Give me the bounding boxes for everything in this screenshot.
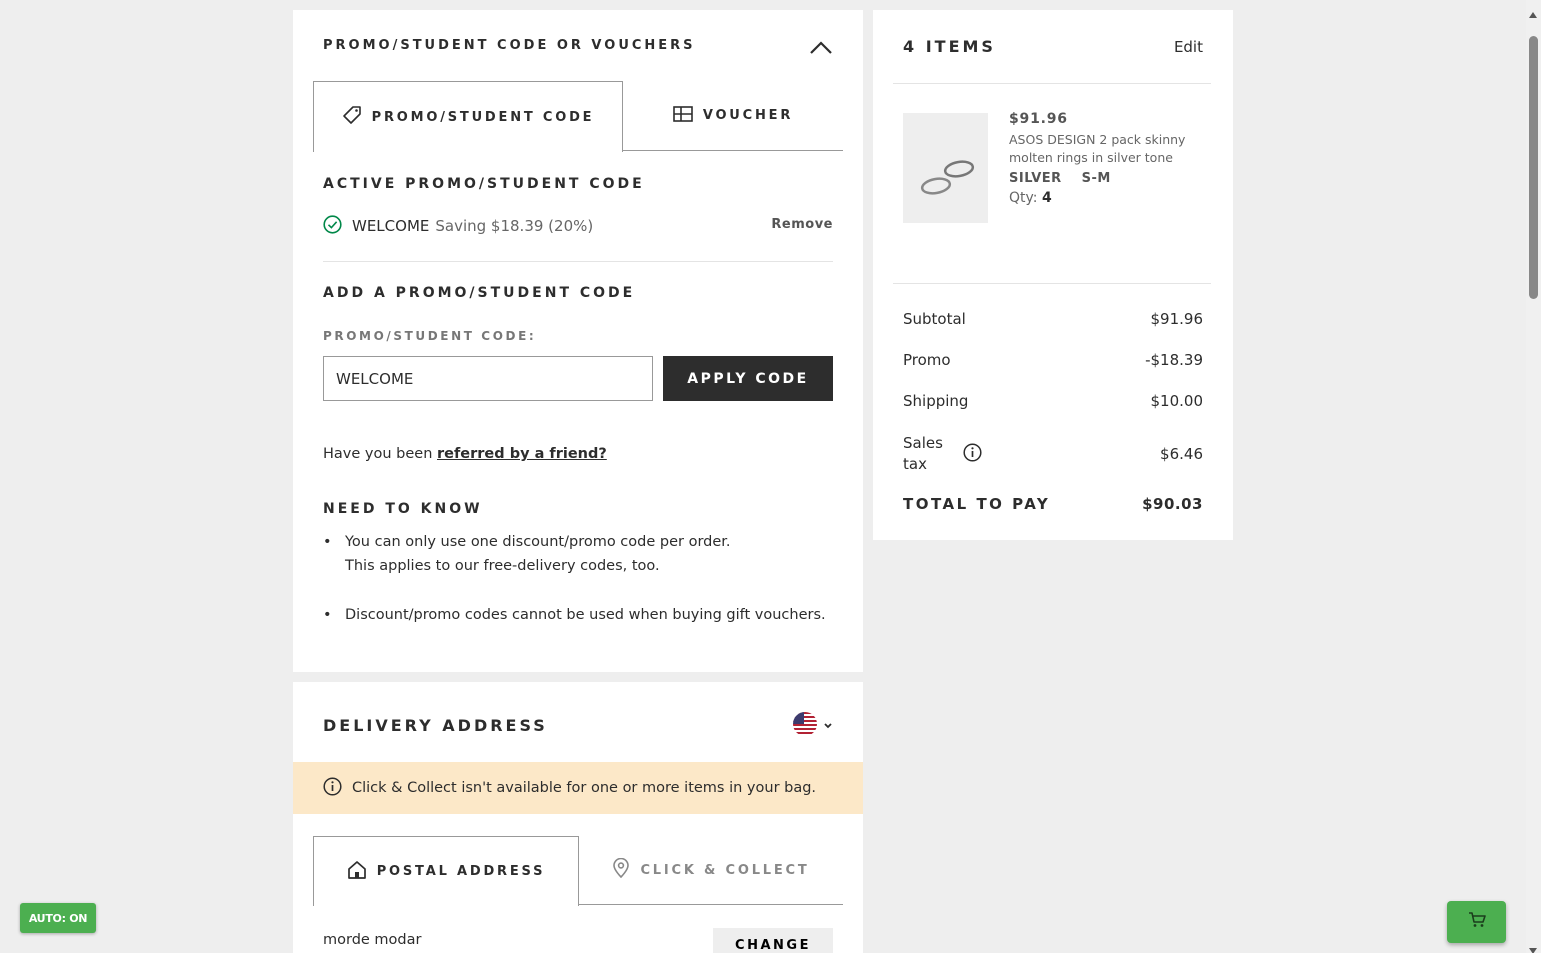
- promo-section-title: PROMO/STUDENT CODE OR VOUCHERS: [323, 38, 696, 53]
- row-value: -$18.39: [1145, 351, 1203, 369]
- auto-mode-badge[interactable]: AUTO: ON: [20, 903, 96, 933]
- product-quantity: Qty: 4: [1009, 190, 1209, 206]
- info-icon[interactable]: [963, 442, 982, 466]
- summary-row-total: TOTAL TO PAY $90.03: [903, 495, 1203, 513]
- row-value: $10.00: [1150, 392, 1204, 410]
- cart-icon: [1468, 912, 1486, 932]
- tab-voucher[interactable]: VOUCHER: [623, 81, 843, 151]
- bullet-line: This applies to our free-delivery codes,…: [345, 558, 660, 574]
- delivery-title: DELIVERY ADDRESS: [323, 716, 548, 735]
- summary-row-subtotal: Subtotal $91.96: [903, 310, 1203, 328]
- tag-icon: [342, 105, 362, 129]
- notice-text: Click & Collect isn't available for one …: [352, 780, 817, 796]
- us-flag-icon: [793, 712, 817, 736]
- product-attributes: SILVER S-M: [1009, 171, 1209, 186]
- product-color: SILVER: [1009, 171, 1062, 186]
- need-to-know-heading: NEED TO KNOW: [323, 501, 483, 517]
- tab-label: POSTAL ADDRESS: [376, 864, 546, 879]
- need-to-know-list: You can only use one discount/promo code…: [323, 530, 843, 627]
- tab-label: PROMO/STUDENT CODE: [371, 109, 595, 125]
- product-name[interactable]: ASOS DESIGN 2 pack skinny molten rings i…: [1009, 131, 1209, 167]
- change-address-button[interactable]: CHANGE: [713, 928, 833, 953]
- total-value: $90.03: [1142, 495, 1203, 513]
- summary-row-shipping: Shipping $10.00: [903, 392, 1203, 410]
- active-saving: Saving $18.39 (20%): [435, 217, 594, 235]
- delivery-panel: DELIVERY ADDRESS Click & Collect isn't a…: [293, 682, 863, 953]
- summary-row-sales-tax: Sales tax $6.46: [903, 433, 1203, 475]
- chevron-up-icon[interactable]: [809, 38, 833, 58]
- divider: [323, 261, 833, 262]
- qty-label: Qty:: [1009, 190, 1038, 206]
- divider: [893, 283, 1211, 284]
- referral-text: Have you been referred by a friend?: [323, 446, 607, 462]
- row-value: $91.96: [1150, 310, 1204, 328]
- product-thumbnail[interactable]: [903, 113, 988, 223]
- scroll-down-arrow-icon[interactable]: [1528, 940, 1538, 953]
- items-count-title: 4 ITEMS: [903, 37, 996, 56]
- tab-label: CLICK & COLLECT: [640, 862, 810, 878]
- address-name: morde modar: [323, 932, 422, 948]
- row-label: Shipping: [903, 392, 969, 410]
- product-price: $91.96: [1009, 111, 1068, 127]
- scroll-up-arrow-icon[interactable]: [1528, 4, 1538, 18]
- bullet-line: You can only use one discount/promo code…: [345, 534, 731, 550]
- home-icon: [347, 860, 367, 884]
- order-summary-panel: 4 ITEMS Edit $91.96 ASOS DESIGN 2 pack s…: [873, 10, 1233, 540]
- list-item: Discount/promo codes cannot be used when…: [323, 603, 843, 627]
- check-circle-icon: [323, 214, 342, 238]
- info-icon: [323, 776, 342, 800]
- active-code: WELCOME: [352, 217, 430, 235]
- referral-link[interactable]: referred by a friend?: [437, 446, 607, 462]
- remove-code-link[interactable]: Remove: [771, 217, 833, 232]
- tab-postal-address[interactable]: POSTAL ADDRESS: [313, 836, 579, 906]
- product-info: $91.96 ASOS DESIGN 2 pack skinny molten …: [1009, 111, 1209, 206]
- total-label: TOTAL TO PAY: [903, 495, 1051, 513]
- referral-prefix: Have you been: [323, 446, 433, 462]
- row-label: Promo: [903, 351, 951, 369]
- promo-code-input[interactable]: [323, 356, 653, 401]
- location-pin-icon: [612, 857, 630, 882]
- qty-value: 4: [1041, 190, 1052, 206]
- summary-row-promo: Promo -$18.39: [903, 351, 1203, 369]
- edit-bag-link[interactable]: Edit: [1174, 38, 1203, 56]
- bullet-line: Discount/promo codes cannot be used when…: [345, 607, 826, 623]
- divider: [893, 83, 1211, 84]
- apply-code-button[interactable]: APPLY CODE: [663, 356, 833, 401]
- voucher-icon: [673, 105, 693, 126]
- product-size: S-M: [1081, 171, 1111, 186]
- tab-click-collect[interactable]: CLICK & COLLECT: [579, 836, 843, 905]
- tab-promo-student-code[interactable]: PROMO/STUDENT CODE: [313, 81, 623, 152]
- tab-label: VOUCHER: [702, 108, 794, 123]
- click-collect-notice: Click & Collect isn't available for one …: [293, 762, 863, 814]
- active-code-heading: ACTIVE PROMO/STUDENT CODE: [323, 176, 645, 192]
- chevron-down-icon: [823, 715, 833, 734]
- list-item: You can only use one discount/promo code…: [323, 530, 843, 578]
- promo-code-field-label: PROMO/STUDENT CODE:: [323, 329, 537, 343]
- active-code-row: WELCOME Saving $18.39 (20%) Remove: [323, 214, 833, 238]
- row-label: Subtotal: [903, 310, 966, 328]
- scrollbar-thumb[interactable]: [1529, 36, 1538, 299]
- cart-button[interactable]: [1447, 901, 1506, 943]
- country-selector[interactable]: [793, 712, 833, 736]
- row-value: $6.46: [1160, 445, 1203, 463]
- row-label: Sales tax: [903, 434, 943, 473]
- add-code-heading: ADD A PROMO/STUDENT CODE: [323, 285, 636, 301]
- promo-panel: PROMO/STUDENT CODE OR VOUCHERS PROMO/STU…: [293, 10, 863, 672]
